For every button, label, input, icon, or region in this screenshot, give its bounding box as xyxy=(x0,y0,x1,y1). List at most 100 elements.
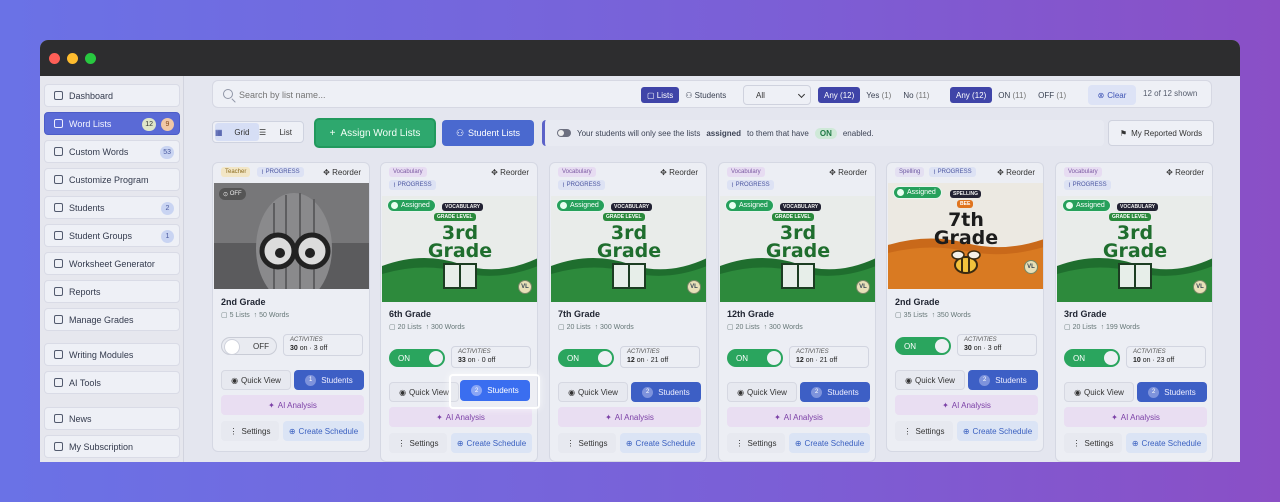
reorder-handle[interactable]: ✥ Reorder xyxy=(829,168,867,177)
students-button[interactable]: 2 Students xyxy=(631,382,701,402)
reorder-handle[interactable]: ✥ Reorder xyxy=(323,168,361,177)
maximize-window-icon[interactable] xyxy=(85,53,96,64)
assigned-no-button[interactable]: No (11) xyxy=(897,87,935,103)
settings-button[interactable]: ⋮ Settings xyxy=(389,433,447,453)
ai-analysis-button[interactable]: ✦ AI Analysis xyxy=(727,407,870,427)
create-schedule-button[interactable]: ⊕ Create Schedule xyxy=(957,421,1038,441)
toggle-icon xyxy=(557,129,571,137)
settings-button[interactable]: ⋮ Settings xyxy=(221,421,279,441)
eye-icon: ◉ xyxy=(905,375,913,385)
ai-analysis-button[interactable]: ✦ AI Analysis xyxy=(1064,407,1207,427)
sparkle-icon: ✦ xyxy=(942,400,949,410)
students-button[interactable]: 2 Students xyxy=(968,370,1038,390)
check-icon xyxy=(897,189,904,196)
quick-view-button[interactable]: ◉ Quick View xyxy=(895,370,965,390)
assigned-yes-button[interactable]: Yes (1) xyxy=(860,87,897,103)
ai-analysis-button[interactable]: ✦ AI Analysis xyxy=(389,407,532,427)
status-any-button[interactable]: Any (12) xyxy=(950,87,993,103)
grid-view-button[interactable]: ▦ Grid xyxy=(215,123,259,141)
filter-select[interactable]: All xyxy=(743,85,811,105)
assigned-badge: Assigned xyxy=(893,186,942,199)
status-off-button[interactable]: OFF (1) xyxy=(1032,87,1072,103)
quick-view-button[interactable]: ◉ Quick View xyxy=(389,382,459,402)
sidebar-item-writing-modules[interactable]: Writing Modules xyxy=(44,343,180,366)
list-toggle[interactable]: ON xyxy=(895,337,951,355)
create-schedule-button[interactable]: ⊕ Create Schedule xyxy=(789,433,870,453)
ai-analysis-button[interactable]: ✦ AI Analysis xyxy=(895,395,1038,415)
list-toggle[interactable]: ON xyxy=(558,349,614,367)
progress-chip: ⌇ PROGRESS xyxy=(257,167,304,177)
settings-button[interactable]: ⋮ Settings xyxy=(727,433,785,453)
count-badge: 1 xyxy=(161,230,174,243)
create-schedule-button[interactable]: ⊕ Create Schedule xyxy=(620,433,701,453)
list-toggle[interactable]: OFF xyxy=(221,337,277,355)
ai-analysis-button[interactable]: ✦ AI Analysis xyxy=(558,407,701,427)
students-button[interactable]: 2 Students xyxy=(1137,382,1207,402)
list-meta: ▢ 20 Lists ↑ 300 Words xyxy=(727,324,803,331)
create-schedule-button[interactable]: ⊕ Create Schedule xyxy=(283,421,364,441)
students-button[interactable]: 1 Students xyxy=(294,370,364,390)
assigned-badge: Assigned xyxy=(725,199,774,212)
sidebar-item-ai-tools[interactable]: AI Tools xyxy=(44,371,180,394)
quick-view-button[interactable]: ◉ Quick View xyxy=(221,370,291,390)
reorder-handle[interactable]: ✥ Reorder xyxy=(491,168,529,177)
reorder-handle[interactable]: ✥ Reorder xyxy=(1166,168,1204,177)
assigned-any-button[interactable]: Any (12) xyxy=(818,87,861,103)
assigned-badge: Assigned xyxy=(1062,199,1111,212)
reorder-handle[interactable]: ✥ Reorder xyxy=(660,168,698,177)
list-meta: ▢ 20 Lists ↑ 199 Words xyxy=(1064,324,1140,331)
info-banner: Your students will only see the lists as… xyxy=(542,120,1104,146)
activities-box: ACTIVITIES 12 on · 21 off xyxy=(620,346,700,368)
sparkle-icon: ✦ xyxy=(1111,412,1118,422)
sidebar-item-dashboard[interactable]: Dashboard xyxy=(44,84,180,107)
close-window-icon[interactable] xyxy=(49,53,60,64)
quick-view-button[interactable]: ◉ Quick View xyxy=(727,382,797,402)
progress-chip: ⌇ PROGRESS xyxy=(727,180,774,190)
progress-chip: ⌇ PROGRESS xyxy=(389,180,436,190)
students-button-highlighted[interactable]: 2 Students xyxy=(460,380,530,401)
sidebar-item-students[interactable]: Students 2 xyxy=(44,196,180,219)
sidebar-item-worksheet-generator[interactable]: Worksheet Generator xyxy=(44,252,180,275)
eye-icon: ◉ xyxy=(231,375,239,385)
list-toggle[interactable]: ON xyxy=(389,349,445,367)
sidebar-item-word-lists[interactable]: Word Lists 12 9 xyxy=(44,112,180,135)
sidebar-item-customize-program[interactable]: Customize Program xyxy=(44,168,180,191)
type-students-button[interactable]: ⚇ Students xyxy=(679,87,732,103)
settings-button[interactable]: ⋮ Settings xyxy=(558,433,616,453)
list-view-button[interactable]: ☰ List xyxy=(259,123,303,141)
sidebar-item-reports[interactable]: Reports xyxy=(44,280,180,303)
progress-chip: ⌇ PROGRESS xyxy=(929,167,976,177)
settings-button[interactable]: ⋮ Settings xyxy=(895,421,953,441)
list-thumbnail: Assigned VOCABULARY GRADE LEVEL 3rd Grad… xyxy=(551,196,706,302)
sidebar-item-my-subscription[interactable]: My Subscription xyxy=(44,435,180,458)
assigned-badge: Assigned xyxy=(556,199,605,212)
create-schedule-button[interactable]: ⊕ Create Schedule xyxy=(1126,433,1207,453)
my-reported-words-button[interactable]: ⚑ My Reported Words xyxy=(1108,120,1214,146)
filter-bar: ▢ Lists ⚇ Students All Any (12) Yes (1) … xyxy=(212,80,1212,108)
reorder-handle[interactable]: ✥ Reorder xyxy=(997,168,1035,177)
list-thumbnail: Assigned VOCABULARY GRADE LEVEL 3rd Grad… xyxy=(720,196,875,302)
list-toggle[interactable]: ON xyxy=(727,349,783,367)
kebab-icon: ⋮ xyxy=(735,438,744,448)
sidebar-item-student-groups[interactable]: Student Groups 1 xyxy=(44,224,180,247)
quick-view-button[interactable]: ◉ Quick View xyxy=(558,382,628,402)
search-input[interactable] xyxy=(239,87,619,103)
sparkle-icon: ✦ xyxy=(605,412,612,422)
students-button[interactable]: 2 Students xyxy=(800,382,870,402)
dashboard-icon xyxy=(54,91,63,100)
sidebar-item-custom-words[interactable]: Custom Words 53 xyxy=(44,140,180,163)
quick-view-button[interactable]: ◉ Quick View xyxy=(1064,382,1134,402)
settings-button[interactable]: ⋮ Settings xyxy=(1064,433,1122,453)
sidebar-item-news[interactable]: News xyxy=(44,407,180,430)
student-lists-button[interactable]: ⚇ Student Lists xyxy=(442,120,534,146)
list-toggle[interactable]: ON xyxy=(1064,349,1120,367)
sidebar-item-manage-grades[interactable]: Manage Grades xyxy=(44,308,180,331)
status-on-button[interactable]: ON (11) xyxy=(992,87,1032,103)
type-lists-button[interactable]: ▢ Lists xyxy=(641,87,680,103)
clear-filters-button[interactable]: ⊗ Clear xyxy=(1088,85,1136,105)
ai-analysis-button[interactable]: ✦ AI Analysis xyxy=(221,395,364,415)
category-chip: Vocabulary xyxy=(558,167,596,177)
assign-word-lists-button[interactable]: + Assign Word Lists xyxy=(314,118,436,148)
minimize-window-icon[interactable] xyxy=(67,53,78,64)
create-schedule-button[interactable]: ⊕ Create Schedule xyxy=(451,433,532,453)
